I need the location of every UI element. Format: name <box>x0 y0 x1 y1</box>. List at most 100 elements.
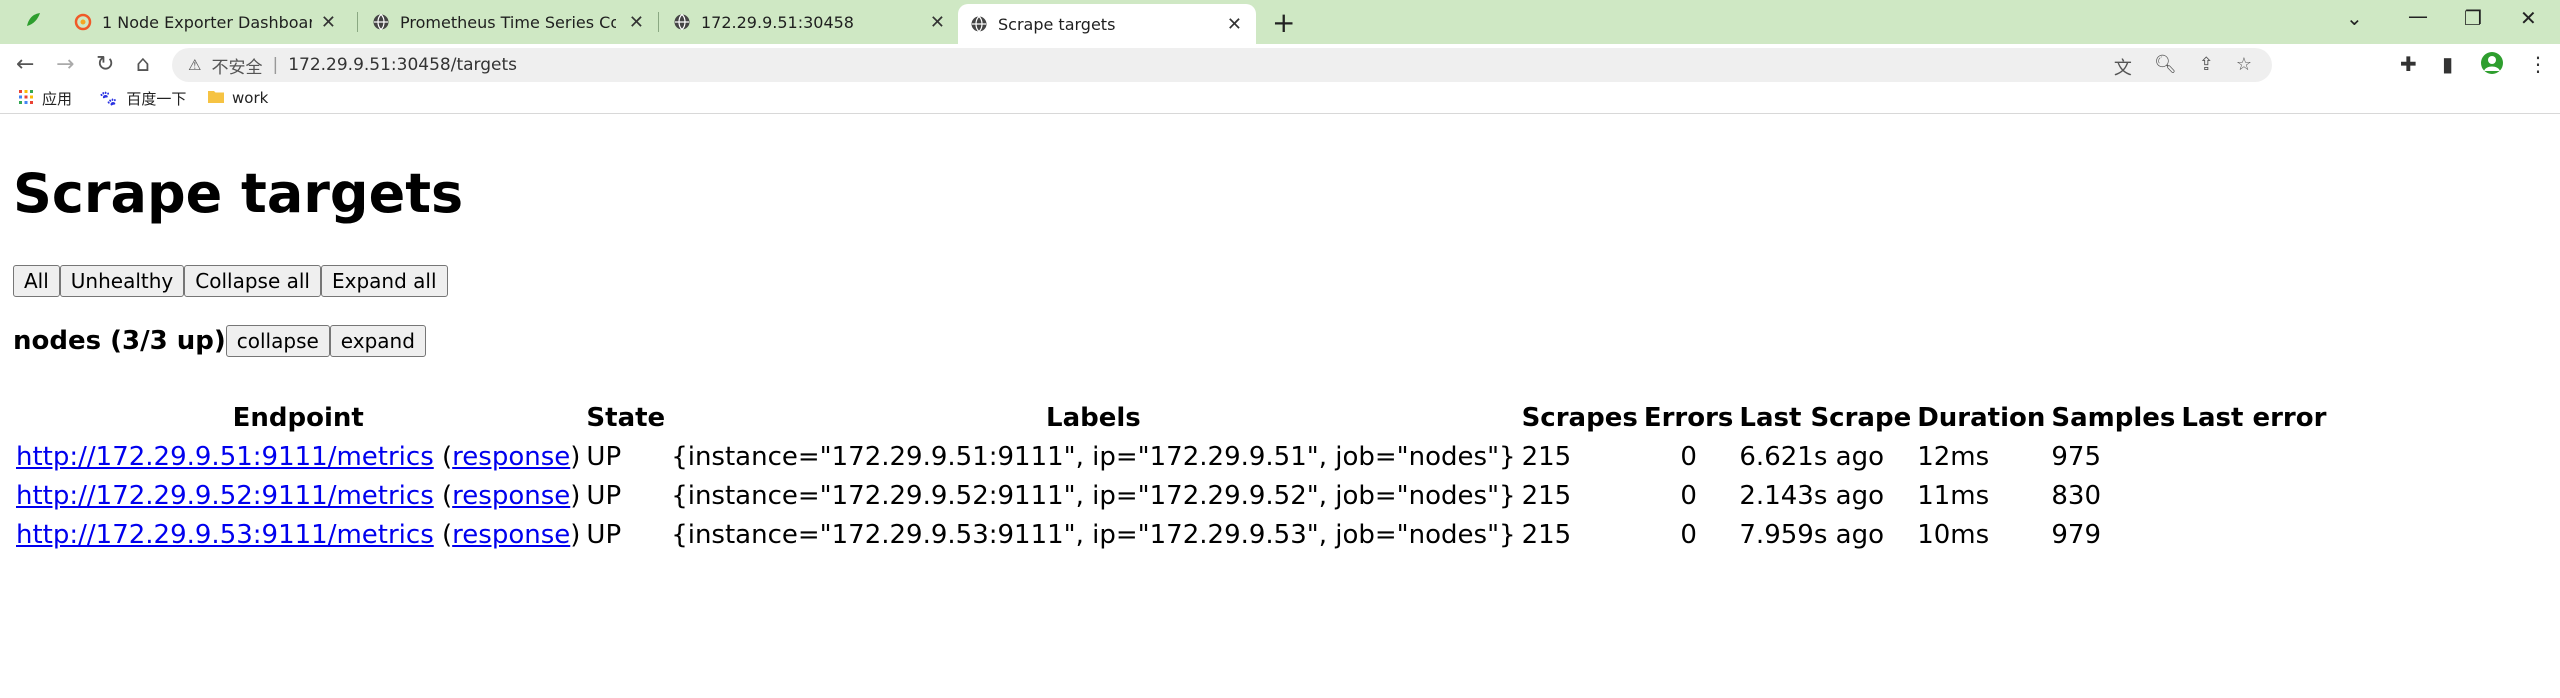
baidu-paw-icon: 🐾︎ <box>98 89 119 108</box>
collapse-all-button[interactable]: Collapse all <box>184 265 321 297</box>
omnibox-divider: | <box>272 55 279 75</box>
scrapes-cell: 215 <box>1521 441 1572 472</box>
grafana-icon <box>74 13 92 31</box>
expand-button[interactable]: expand <box>329 325 426 357</box>
side-panel-icon[interactable]: ▮ <box>2442 52 2453 76</box>
close-icon[interactable]: ✕ <box>1227 14 1242 35</box>
extensions-icon[interactable]: ✚ <box>2400 52 2417 76</box>
browser-logo-icon[interactable] <box>24 11 42 29</box>
last-scrape-cell: 6.621s ago <box>1739 441 1884 472</box>
unhealthy-button[interactable]: Unhealthy <box>59 265 185 297</box>
endpoint-link[interactable]: http://172.29.9.51:9111/metrics <box>16 442 434 472</box>
minimize-icon[interactable]: — <box>2408 4 2428 28</box>
col-endpoint: Endpoint <box>232 403 364 433</box>
menu-icon[interactable]: ⋮ <box>2528 52 2548 76</box>
samples-cell: 830 <box>2051 480 2102 511</box>
close-icon[interactable]: ✕ <box>321 12 336 33</box>
paren-open: ( <box>442 441 453 472</box>
errors-cell: 0 <box>1680 480 1697 511</box>
forward-icon[interactable]: → <box>56 52 74 77</box>
back-icon[interactable]: ← <box>16 52 34 77</box>
bookmark-apps[interactable]: 应用 <box>18 88 72 109</box>
tab-grafana[interactable]: 1 Node Exporter Dashboard 2 ✕ <box>60 0 350 44</box>
omnibox-actions: 文 🔍︎ ⇪ ☆ <box>2114 54 2252 80</box>
last-error-cell <box>2178 515 2329 554</box>
bookmark-baidu[interactable]: 🐾︎ 百度一下 <box>98 88 186 109</box>
tab-title: Scrape targets <box>998 14 1116 34</box>
labels-cell: {instance="172.29.9.52:9111", ip="172.29… <box>671 480 1516 511</box>
address-bar[interactable]: ⚠ 不安全 | 172.29.9.51:30458/targets 文 🔍︎ ⇪… <box>172 48 2272 82</box>
tab-scrape-targets[interactable]: Scrape targets ✕ <box>958 4 1256 44</box>
job-header: nodes (3/3 up) collapse expand <box>13 325 2560 357</box>
close-icon[interactable]: ✕ <box>629 12 644 33</box>
expand-all-button[interactable]: Expand all <box>320 265 448 297</box>
col-state: State <box>586 403 666 433</box>
table-row: http://172.29.9.53:9111/metrics (respons… <box>13 515 2329 554</box>
samples-cell: 975 <box>2051 441 2102 472</box>
home-icon[interactable]: ⌂ <box>136 52 150 77</box>
share-icon[interactable]: ⇪ <box>2199 54 2214 80</box>
targets-table: Endpoint State Labels Scrapes Errors Las… <box>13 399 2329 554</box>
paren-close: ) <box>570 519 581 550</box>
globe-icon <box>372 13 390 31</box>
col-last-error: Last error <box>2181 403 2327 433</box>
state-cell: UP <box>586 480 622 511</box>
col-last-scrape: Last Scrape <box>1739 403 1912 433</box>
translate-icon[interactable]: 文 <box>2114 54 2132 80</box>
tab-prometheus[interactable]: Prometheus Time Series Colle ✕ <box>358 0 658 44</box>
col-samples: Samples <box>2051 403 2176 433</box>
last-scrape-cell: 2.143s ago <box>1739 480 1884 511</box>
errors-cell: 0 <box>1680 519 1697 550</box>
col-duration: Duration <box>1917 403 2046 433</box>
response-link[interactable]: response <box>452 481 570 511</box>
last-error-cell <box>2178 476 2329 515</box>
state-cell: UP <box>586 519 622 550</box>
paren-close: ) <box>570 441 581 472</box>
last-error-cell <box>2178 437 2329 476</box>
tab-ip[interactable]: 172.29.9.51:30458 ✕ <box>659 0 959 44</box>
endpoint-link[interactable]: http://172.29.9.53:9111/metrics <box>16 520 434 550</box>
warning-icon[interactable]: ⚠ <box>188 56 201 74</box>
table-row: http://172.29.9.51:9111/metrics (respons… <box>13 437 2329 476</box>
tab-title: 1 Node Exporter Dashboard 2 <box>102 12 312 32</box>
bookmark-label: 百度一下 <box>126 90 187 108</box>
bookmark-star-icon[interactable]: ☆ <box>2236 54 2252 80</box>
apps-grid-icon <box>18 89 34 109</box>
reload-icon[interactable]: ↻ <box>96 52 114 77</box>
endpoint-link[interactable]: http://172.29.9.52:9111/metrics <box>16 481 434 511</box>
all-button[interactable]: All <box>13 265 60 297</box>
tab-search-chevron-icon[interactable]: ⌄ <box>2346 6 2363 30</box>
filter-button-row: All Unhealthy Collapse all Expand all <box>13 265 2560 297</box>
url-text[interactable]: 172.29.9.51:30458/targets <box>288 55 517 75</box>
close-icon[interactable]: ✕ <box>930 12 945 33</box>
col-scrapes: Scrapes <box>1521 403 1638 433</box>
table-row: http://172.29.9.52:9111/metrics (respons… <box>13 476 2329 515</box>
samples-cell: 979 <box>2051 519 2102 550</box>
labels-cell: {instance="172.29.9.53:9111", ip="172.29… <box>671 519 1516 550</box>
response-link[interactable]: response <box>452 520 570 550</box>
response-link[interactable]: response <box>452 442 570 472</box>
window-close-icon[interactable]: ✕ <box>2520 6 2537 30</box>
endpoint-cell: http://172.29.9.52:9111/metrics (respons… <box>13 476 583 515</box>
zoom-icon[interactable]: 🔍︎ <box>2154 54 2177 80</box>
job-heading: nodes (3/3 up) <box>13 326 226 356</box>
tab-title: Prometheus Time Series Colle <box>400 12 616 32</box>
bookmark-label: 应用 <box>42 90 73 108</box>
duration-cell: 11ms <box>1917 480 1990 511</box>
bookmark-work[interactable]: work <box>208 88 268 107</box>
duration-cell: 10ms <box>1917 519 1990 550</box>
scrapes-cell: 215 <box>1521 519 1572 550</box>
new-tab-icon[interactable]: + <box>1272 6 1295 39</box>
globe-icon <box>970 15 988 33</box>
page-title: Scrape targets <box>13 162 464 225</box>
col-labels: Labels <box>1046 403 1141 433</box>
errors-cell: 0 <box>1680 441 1697 472</box>
profile-avatar-icon[interactable] <box>2480 51 2504 80</box>
collapse-button[interactable]: collapse <box>225 325 330 357</box>
endpoint-cell: http://172.29.9.51:9111/metrics (respons… <box>13 437 583 476</box>
tab-title: 172.29.9.51:30458 <box>701 12 854 32</box>
restore-icon[interactable]: ❐ <box>2464 6 2482 30</box>
security-label: 不安全 <box>211 57 263 78</box>
labels-cell: {instance="172.29.9.51:9111", ip="172.29… <box>671 441 1516 472</box>
bookmark-label: work <box>232 88 269 107</box>
